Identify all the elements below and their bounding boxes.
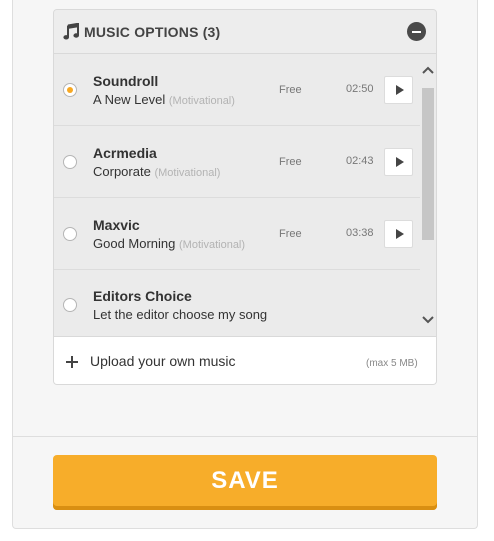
music-option-price: Free xyxy=(279,156,302,168)
upload-size-limit: (max 5 MB) xyxy=(366,358,418,369)
chevron-down-icon[interactable] xyxy=(422,316,434,324)
music-option-radio[interactable] xyxy=(63,298,77,312)
music-option-editors-choice[interactable]: Editors Choice Let the editor choose my … xyxy=(54,270,420,336)
music-note-icon xyxy=(63,23,79,40)
track-category: (Motivational) xyxy=(168,95,235,107)
music-option-track: A New Level (Motivational) xyxy=(93,92,235,107)
music-option-name: Editors Choice xyxy=(93,288,192,304)
music-option-track: Let the editor choose my song xyxy=(93,307,268,322)
list-scrollbar[interactable] xyxy=(420,54,436,336)
track-title: Good Morning xyxy=(93,236,176,251)
music-option-track: Good Morning (Motivational) xyxy=(93,236,245,251)
music-option-name: Soundroll xyxy=(93,73,159,89)
music-option-price: Free xyxy=(279,228,302,240)
music-option-track: Corporate (Motivational) xyxy=(93,164,220,179)
plus-icon xyxy=(66,356,78,368)
music-options-list: Soundroll A New Level (Motivational) Fre… xyxy=(54,54,436,336)
music-option-price: Free xyxy=(279,84,302,96)
music-option-radio[interactable] xyxy=(63,83,77,97)
music-option-name: Maxvic xyxy=(93,217,140,233)
upload-music-label: Upload your own music xyxy=(90,353,236,369)
music-options-header[interactable]: MUSIC OPTIONS (3) xyxy=(54,10,436,54)
music-option-name: Acrmedia xyxy=(93,145,157,161)
upload-music-row[interactable]: Upload your own music (max 5 MB) xyxy=(54,336,436,384)
music-option-duration: 02:50 xyxy=(346,83,374,95)
play-button[interactable] xyxy=(384,76,413,104)
play-button[interactable] xyxy=(384,148,413,176)
music-option-maxvic[interactable]: Maxvic Good Morning (Motivational) Free … xyxy=(54,198,420,270)
play-button[interactable] xyxy=(384,220,413,248)
save-button[interactable]: SAVE xyxy=(53,455,437,510)
music-options-title: MUSIC OPTIONS (3) xyxy=(84,24,221,40)
track-title: A New Level xyxy=(93,92,166,107)
minus-circle-icon[interactable] xyxy=(407,22,426,41)
music-options-panel: MUSIC OPTIONS (3) Soundroll A New Level … xyxy=(53,9,437,385)
music-option-duration: 03:38 xyxy=(346,227,374,239)
music-option-duration: 02:43 xyxy=(346,155,374,167)
track-category: (Motivational) xyxy=(154,167,221,179)
card-divider xyxy=(12,436,478,437)
music-option-acrmedia[interactable]: Acrmedia Corporate (Motivational) Free 0… xyxy=(54,126,420,198)
music-option-radio[interactable] xyxy=(63,155,77,169)
track-category: (Motivational) xyxy=(179,239,246,251)
scrollbar-thumb[interactable] xyxy=(422,88,434,240)
track-title: Corporate xyxy=(93,164,151,179)
music-option-soundroll[interactable]: Soundroll A New Level (Motivational) Fre… xyxy=(54,54,420,126)
chevron-up-icon[interactable] xyxy=(422,66,434,74)
music-option-radio[interactable] xyxy=(63,227,77,241)
